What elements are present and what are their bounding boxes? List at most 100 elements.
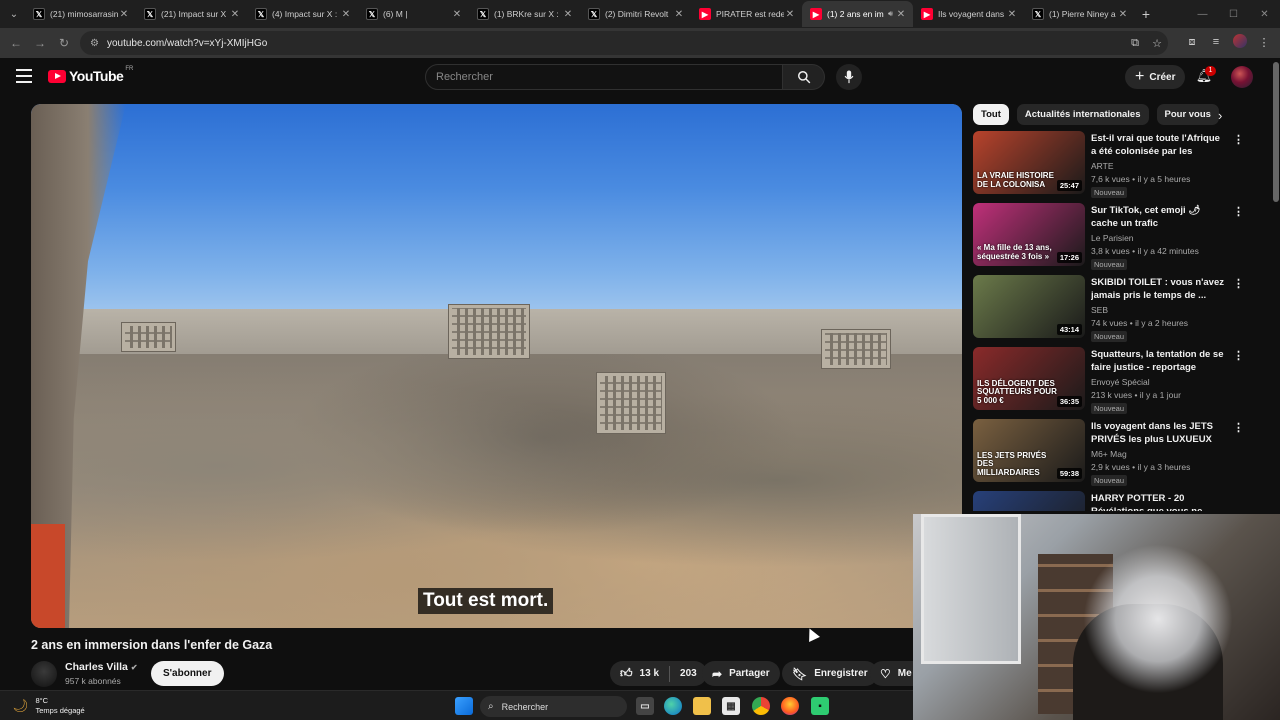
bookmark-icon: 🔖︎ [792, 666, 808, 681]
video-player[interactable] [31, 104, 962, 628]
youtube-header: YouTube FR Rechercher + Créer 🔔︎ 1 [0, 58, 1280, 96]
weather-widget[interactable]: 🌙︎ 8°C Temps dégagé [12, 696, 85, 716]
tab-title: (6) M | [383, 9, 408, 19]
close-tab-icon[interactable]: ✕ [1006, 9, 1018, 20]
recommended-video[interactable]: LA VRAIE HISTOIRE DE LA COLONISA 25:47 Est… [973, 131, 1244, 198]
browser-tab[interactable]: ▶ Ils voyagent dans ✕ [913, 1, 1024, 27]
speaker-icon[interactable]: 🔊︎ [888, 9, 893, 19]
minimize-icon[interactable]: — [1187, 9, 1218, 20]
youtube-logo[interactable]: YouTube FR [48, 66, 133, 84]
profile-icon[interactable] [1228, 33, 1252, 51]
browser-tab[interactable]: ▶ (1) 2 ans en im 🔊︎ ✕ [802, 1, 913, 27]
close-tab-icon[interactable]: ✕ [1117, 9, 1129, 20]
tab-search-chevron-icon[interactable]: ⌄ [3, 3, 25, 25]
duration-badge: 36:35 [1056, 396, 1082, 407]
forward-icon[interactable]: → [28, 36, 52, 50]
notification-count-badge: 1 [1205, 66, 1216, 76]
more-options-icon[interactable]: ⋮ [1233, 133, 1244, 146]
app-icon[interactable]: ▪ [811, 697, 829, 715]
close-tab-icon[interactable]: ✕ [784, 9, 796, 20]
more-options-icon[interactable]: ⋮ [1233, 349, 1244, 362]
recommended-channel[interactable]: SEB [1091, 305, 1108, 315]
video-thumbnail[interactable]: « Ma fille de 13 ans, séquestrée 3 fois … [973, 203, 1085, 266]
browser-tab[interactable]: 𝕏 (2) Dimitri Revolt ✕ [580, 1, 691, 27]
search-input[interactable]: Rechercher [425, 64, 783, 90]
voice-search-button[interactable] [836, 64, 862, 90]
recommended-channel[interactable]: Le Parisien [1091, 233, 1134, 243]
extensions-icon[interactable]: ⧈ [1180, 36, 1204, 49]
screen: ⌄ 𝕏 (21) mimosarrasin ✕ 𝕏 (21) Impact sur X ✕… [0, 0, 1280, 720]
maximize-icon[interactable]: ☐ [1218, 9, 1249, 20]
account-avatar[interactable] [1231, 66, 1253, 88]
close-window-icon[interactable]: ✕ [1249, 9, 1280, 20]
filter-chip[interactable]: Actualités internationales [1016, 103, 1149, 125]
firefox-icon[interactable] [781, 697, 799, 715]
chevron-right-icon[interactable]: › [1218, 108, 1222, 123]
edge-icon[interactable] [664, 697, 682, 715]
recommended-channel[interactable]: M6+ Mag [1091, 449, 1127, 459]
channel-avatar[interactable] [31, 661, 57, 687]
recommended-title: Sur TikTok, cet emoji 🌶 cache un trafic … [1091, 205, 1201, 229]
video-thumbnail[interactable]: ILS DÉLOGENT DES SQUATTEURS POUR 5 000 €… [973, 347, 1085, 410]
like-count[interactable]: 13 k [640, 668, 659, 679]
dislike-count[interactable]: 203 [680, 668, 697, 679]
recommended-video[interactable]: 43:14 SKIBIDI TOILET : vous n'avez jamais… [973, 275, 1244, 342]
recommended-video[interactable]: ILS DÉLOGENT DES SQUATTEURS POUR 5 000 €… [973, 347, 1244, 414]
menu-icon[interactable] [16, 69, 32, 83]
store-icon[interactable]: ▦ [722, 697, 740, 715]
channel-name[interactable]: Charles Villa ✔ [65, 661, 138, 673]
filter-chip[interactable]: Tout [973, 103, 1009, 125]
more-options-icon[interactable]: ⋮ [1233, 493, 1235, 506]
media-controls-icon[interactable]: ≡ [1204, 36, 1228, 48]
recommended-channel[interactable]: ARTE [1091, 161, 1114, 171]
more-options-icon[interactable]: ⋮ [1233, 205, 1244, 218]
browser-tab[interactable]: 𝕏 (1) Pierre Niney a ✕ [1024, 1, 1135, 27]
search-button[interactable] [783, 64, 825, 90]
browser-menu-icon[interactable]: ⋮ [1252, 36, 1276, 49]
video-thumbnail[interactable]: 20 Révélations que vous n'avez [973, 491, 1085, 511]
cast-icon[interactable]: ⧉ [1124, 37, 1146, 50]
new-tab-button[interactable]: + [1135, 6, 1157, 22]
filter-chip[interactable]: Pour vous [1156, 103, 1219, 125]
reload-icon[interactable]: ↻ [52, 36, 76, 50]
save-button[interactable]: 🔖︎ Enregistrer [782, 661, 878, 686]
close-tab-icon[interactable]: ✕ [451, 9, 463, 20]
site-info-icon[interactable]: ⚙ [90, 38, 99, 49]
browser-tab[interactable]: 𝕏 (1) BRKre sur X : ✕ [469, 1, 580, 27]
share-button[interactable]: ➦ Partager [702, 661, 780, 686]
browser-tab[interactable]: 𝕏 (6) M | ✕ [358, 1, 469, 27]
video-thumbnail[interactable]: LES JETS PRIVÉS DES MILLIARDAIRES 59:38 [973, 419, 1085, 482]
taskbar-search[interactable]: ⌕ Rechercher [480, 696, 627, 717]
recommended-video[interactable]: « Ma fille de 13 ans, séquestrée 3 fois … [973, 203, 1244, 270]
video-thumbnail[interactable]: LA VRAIE HISTOIRE DE LA COLONISA 25:47 [973, 131, 1085, 194]
thanks-button[interactable]: ♡ Me [870, 661, 916, 686]
browser-tab[interactable]: 𝕏 (21) mimosarrasin ✕ [25, 1, 136, 27]
recommended-video[interactable]: LES JETS PRIVÉS DES MILLIARDAIRES 59:38 Il… [973, 419, 1244, 486]
task-view-icon[interactable]: ▭ [636, 697, 654, 715]
browser-tab[interactable]: 𝕏 (21) Impact sur X ✕ [136, 1, 247, 27]
back-icon[interactable]: ← [4, 36, 28, 50]
like-icon[interactable]: 👍︎ [620, 666, 633, 681]
close-tab-icon[interactable]: ✕ [895, 9, 907, 20]
create-button[interactable]: + Créer [1125, 65, 1186, 89]
close-tab-icon[interactable]: ✕ [229, 9, 241, 20]
address-bar[interactable]: ⚙ youtube.com/watch?v=xYj-XMIjHGo ⧉ ☆ [80, 31, 1168, 55]
windows-start-icon[interactable] [455, 697, 473, 715]
close-tab-icon[interactable]: ✕ [118, 9, 130, 20]
browser-tab[interactable]: 𝕏 (4) Impact sur X : ✕ [247, 1, 358, 27]
close-tab-icon[interactable]: ✕ [562, 9, 574, 20]
save-label: Enregistrer [814, 668, 868, 679]
video-thumbnail[interactable]: 43:14 [973, 275, 1085, 338]
more-options-icon[interactable]: ⋮ [1233, 277, 1244, 290]
recommended-video[interactable]: 20 Révélations que vous n'avez HARRY POTT… [973, 491, 1235, 511]
browser-tab[interactable]: ▶ PIRATER est rede ✕ [691, 1, 802, 27]
more-options-icon[interactable]: ⋮ [1233, 421, 1244, 434]
close-tab-icon[interactable]: ✕ [673, 9, 685, 20]
chrome-icon[interactable] [752, 697, 770, 715]
page-scrollbar[interactable] [1273, 62, 1279, 202]
bookmark-star-icon[interactable]: ☆ [1146, 37, 1168, 50]
subscribe-button[interactable]: S'abonner [151, 661, 224, 686]
recommended-channel[interactable]: Envoyé Spécial [1091, 377, 1150, 387]
close-tab-icon[interactable]: ✕ [340, 9, 352, 20]
file-explorer-icon[interactable] [693, 697, 711, 715]
